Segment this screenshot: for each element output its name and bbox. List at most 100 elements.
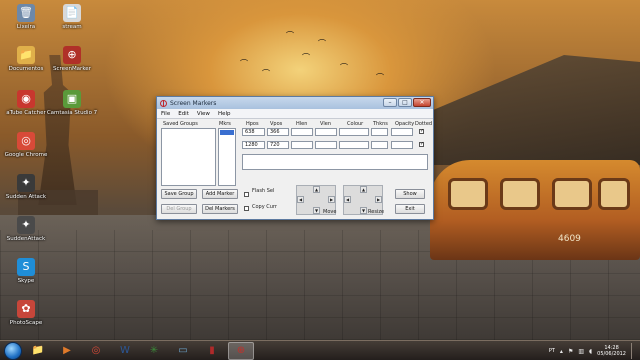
save-group-button[interactable]: Save Group [161, 189, 197, 199]
desktop-icon-stream[interactable]: 📄 stream [46, 4, 98, 30]
taskbar-word-icon[interactable]: W [112, 342, 138, 360]
clock[interactable]: 14:28 05/06/2012 [597, 345, 626, 357]
colour-field[interactable] [339, 141, 369, 149]
desktop-icon-label: SuddenAttack [6, 236, 46, 242]
close-button[interactable]: ✕ [413, 98, 431, 107]
desktop-icon-screenmarker[interactable]: ⊕ ScreenMarker [46, 46, 98, 72]
action-center-flag-icon[interactable]: ⚑ [568, 348, 573, 355]
column-header-thkns: Thkns [373, 121, 388, 127]
desktop-icon-atube-catcher[interactable]: ◉ aTube Catcher [0, 90, 52, 116]
taskbar-recorder-icon[interactable]: ▮ [199, 342, 225, 360]
desktop-icon-image-icon: ✦ [17, 174, 35, 192]
flash-sel-label: Flash Sel [252, 188, 275, 194]
window-client-area: Saved Groups Mkrs Hpos Vpos Hlen Vlen Co… [157, 118, 433, 219]
opacity-field[interactable] [391, 128, 413, 136]
taskbar-file-explorer-icon[interactable]: 📁 [25, 342, 51, 360]
menu-bar: File Edit View Help [157, 109, 433, 118]
resize-right-button[interactable]: ▶ [375, 196, 382, 203]
desktop-icon-lixeira[interactable]: 🗑 Lixeira [0, 4, 52, 30]
desktop-icon-image-icon: 📄 [63, 4, 81, 22]
dotted-checkbox[interactable]: ✓ [419, 129, 424, 134]
opacity-field[interactable] [391, 141, 413, 149]
column-header-hpos: Hpos [246, 121, 259, 127]
train-window [552, 178, 592, 210]
desktop-icon-camtasia-studio-7[interactable]: ▣ Camtasia Studio 7 [46, 90, 98, 116]
column-header-opacity: Opacity [395, 121, 415, 127]
desktop-icon-image-icon: ⊕ [63, 46, 81, 64]
resize-down-button[interactable]: ▼ [360, 207, 367, 214]
hpos-field[interactable]: 638 [242, 128, 265, 136]
menu-help[interactable]: Help [218, 111, 231, 117]
desktop-icon-documentos[interactable]: 📁 Documentos [0, 46, 52, 72]
desktop-icon-label: Documentos [8, 66, 44, 72]
menu-file[interactable]: File [161, 111, 170, 117]
window-title: Screen Markers [170, 99, 217, 107]
vpos-field[interactable]: 366 [267, 128, 289, 136]
start-button[interactable] [4, 341, 22, 360]
wallpaper-train: 4609 [430, 160, 640, 260]
hlen-field[interactable] [291, 128, 313, 136]
add-marker-button[interactable]: Add Marker [202, 189, 238, 199]
thkns-field[interactable] [371, 128, 388, 136]
hpos-field[interactable]: 1280 [242, 141, 265, 149]
vlen-field[interactable] [315, 128, 337, 136]
desktop-icon-label: ScreenMarker [53, 66, 91, 72]
desktop-icon-photoscape[interactable]: ✿ PhotoScape [0, 300, 52, 326]
menu-view[interactable]: View [197, 111, 210, 117]
move-down-button[interactable]: ▼ [313, 207, 320, 214]
column-header-dotted: Dotted [415, 121, 433, 127]
menu-edit[interactable]: Edit [178, 111, 189, 117]
resize-up-button[interactable]: ▲ [360, 186, 367, 193]
desktop-icon-suddenattack[interactable]: ✦ SuddenAttack [0, 216, 52, 242]
resize-left-button[interactable]: ◀ [344, 196, 351, 203]
train-window [448, 178, 488, 210]
taskbar-media-player-icon[interactable]: ▶ [54, 342, 80, 360]
desktop-icon-label: Google Chrome [4, 152, 48, 158]
desktop-icon-image-icon: ▣ [63, 90, 81, 108]
thkns-field[interactable] [371, 141, 388, 149]
dotted-checkbox[interactable]: ✓ [419, 142, 424, 147]
tray-arrow-icon[interactable]: ▴ [560, 348, 563, 355]
show-button[interactable]: Show [395, 189, 425, 199]
bird-silhouette: ⌒ [340, 63, 348, 72]
taskbar-screen-markers-icon[interactable]: ⊕ [228, 341, 254, 360]
bird-silhouette: ⌒ [376, 73, 384, 82]
volume-icon[interactable]: ◖ [589, 348, 592, 355]
show-desktop-button[interactable] [631, 343, 636, 359]
taskbar-window-app-icon[interactable]: ▭ [170, 342, 196, 360]
markers-list-selected-item[interactable] [220, 130, 234, 135]
move-left-button[interactable]: ◀ [297, 196, 304, 203]
hlen-field[interactable] [291, 141, 313, 149]
exit-button[interactable]: Exit [395, 204, 425, 214]
del-group-button[interactable]: Del Group [161, 204, 197, 214]
desktop-icon-image-icon: S [17, 258, 35, 276]
copy-curr-checkbox[interactable] [244, 206, 249, 211]
system-tray: PT ▴ ⚑ ▥ ◖ 14:28 05/06/2012 [549, 343, 636, 359]
bird-silhouette: ⌒ [240, 59, 248, 68]
saved-groups-list[interactable] [161, 128, 216, 186]
column-header-hlen: Hlen [296, 121, 308, 127]
flash-sel-checkbox[interactable] [244, 192, 249, 197]
markers-list[interactable] [218, 128, 236, 186]
screen-markers-app-icon [160, 99, 167, 107]
taskbar-chrome-icon[interactable]: ◎ [83, 342, 109, 360]
title-bar[interactable]: Screen Markers – □ ✕ [157, 97, 433, 109]
move-up-button[interactable]: ▲ [313, 186, 320, 193]
colour-field[interactable] [339, 128, 369, 136]
marker-preview-box[interactable] [242, 154, 428, 170]
desktop-icon-skype[interactable]: S Skype [0, 258, 52, 284]
desktop-icon-google-chrome[interactable]: ◎ Google Chrome [0, 132, 52, 158]
del-markers-button[interactable]: Del Markers [202, 204, 238, 214]
desktop-icon-sudden-attack[interactable]: ✦ Sudden Attack [0, 174, 52, 200]
maximize-button[interactable]: □ [398, 98, 412, 107]
vpos-field[interactable]: 720 [267, 141, 289, 149]
minimize-button[interactable]: – [383, 98, 397, 107]
taskbar-network-app-icon[interactable]: ✳ [141, 342, 167, 360]
vlen-field[interactable] [315, 141, 337, 149]
language-indicator[interactable]: PT [549, 348, 555, 354]
desktop-icon-image-icon: 🗑 [17, 4, 35, 22]
network-icon[interactable]: ▥ [578, 348, 584, 355]
desktop-icon-label: Lixeira [16, 24, 36, 30]
move-label: Move [323, 209, 337, 215]
move-right-button[interactable]: ▶ [328, 196, 335, 203]
